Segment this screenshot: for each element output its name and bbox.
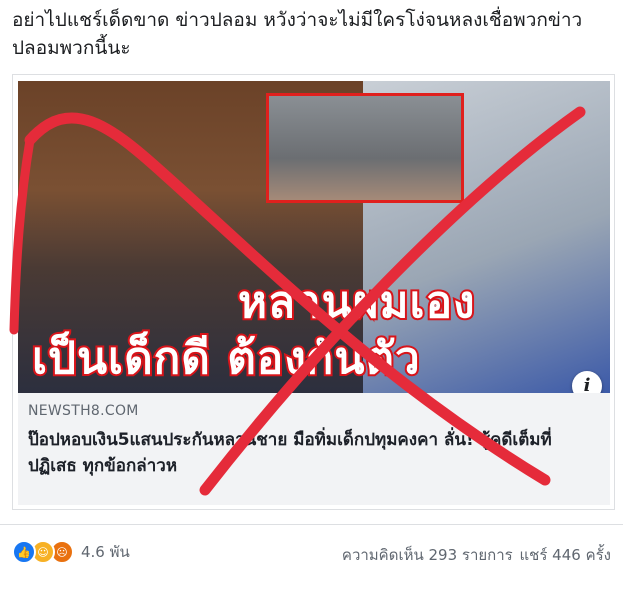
inset-photo	[266, 93, 464, 203]
info-icon[interactable]: i	[572, 371, 602, 393]
link-title[interactable]: ป๊อปหอบเงิน5แสนประกันหลานชาย มือทิ่มเด็ก…	[28, 427, 598, 479]
post-text: อย่าไปแชร์เด็ดขาด ข่าวปลอม หวังว่าจะไม่ม…	[12, 9, 583, 59]
link-meta[interactable]: NEWSTH8.COM ป๊อปหอบเงิน5แสนประกันหลานชาย…	[18, 393, 610, 505]
reaction-count[interactable]: 4.6 พัน	[81, 540, 130, 564]
image-caption-line2: เป็นเด็กดี ต้องกันตัว	[30, 331, 422, 386]
link-domain: NEWSTH8.COM	[28, 403, 139, 419]
reactions-summary[interactable]: 👍 ☺ ☹ 4.6 พัน	[12, 540, 130, 564]
post-stats: ความคิดเห็น 293 รายการ แชร์ 446 ครั้ง	[340, 543, 611, 567]
link-preview-card[interactable]: หลานผมเอง เป็นเด็กดี ต้องกันตัว i NEWSTH…	[12, 74, 615, 510]
like-icon: 👍	[12, 540, 36, 564]
shares-count[interactable]: แชร์ 446 ครั้ง	[520, 546, 612, 564]
action-bar	[0, 585, 623, 595]
comments-count[interactable]: ความคิดเห็น 293 รายการ	[342, 546, 513, 564]
link-preview-image[interactable]: หลานผมเอง เป็นเด็กดี ต้องกันตัว i	[18, 81, 610, 393]
divider	[0, 524, 623, 525]
